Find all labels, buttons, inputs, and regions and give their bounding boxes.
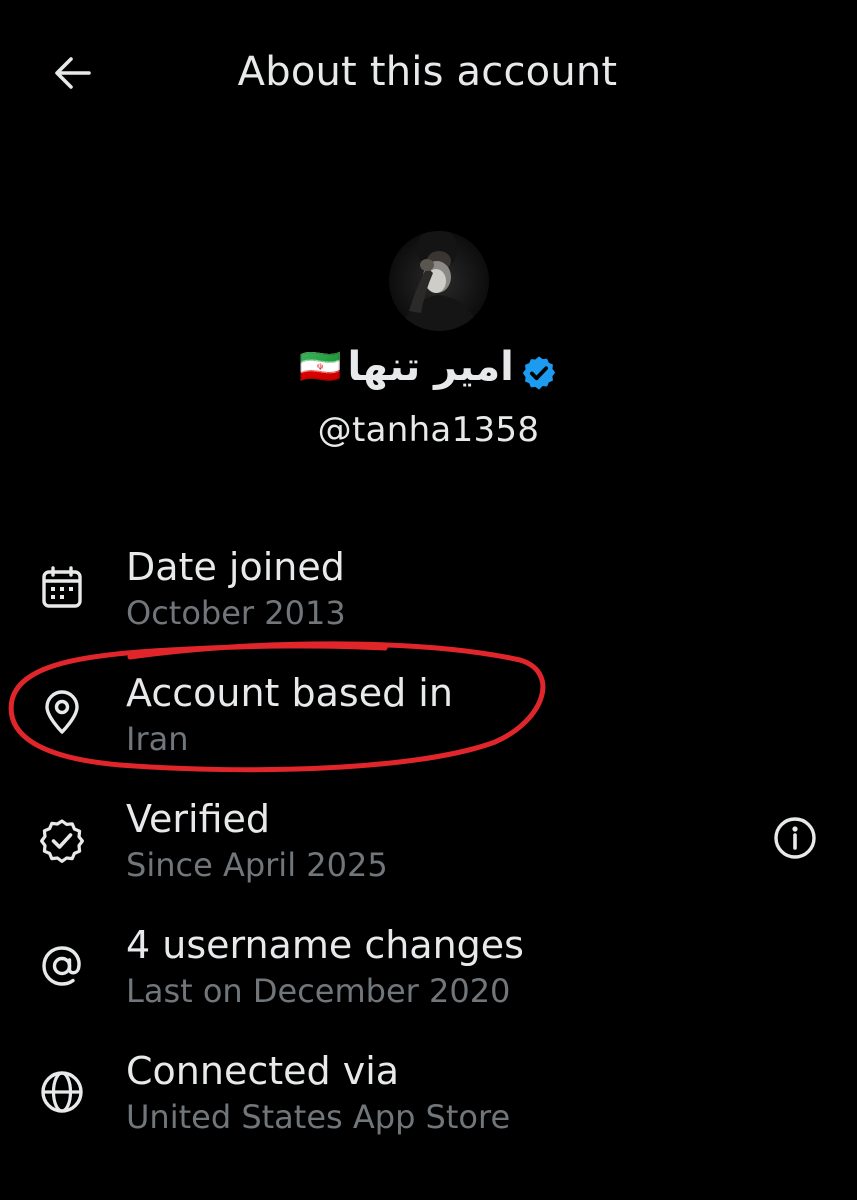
iran-flag: 🇮🇷 xyxy=(299,347,342,387)
info-title: 4 username changes xyxy=(126,923,524,967)
display-name: امیر تنها xyxy=(347,344,514,390)
globe-icon xyxy=(41,1071,83,1113)
location-pin-icon xyxy=(45,690,79,734)
info-title: Date joined xyxy=(126,545,345,589)
info-title: Account based in xyxy=(126,671,453,715)
info-title: Verified xyxy=(126,797,271,841)
info-subtitle: United States App Store xyxy=(126,1098,511,1136)
info-item-username-changes: 4 username changes Last on December 2020 xyxy=(0,918,857,1028)
name-row: 🇮🇷 امیر تنها xyxy=(0,342,857,392)
info-subtitle: Iran xyxy=(126,720,189,758)
verified-check-icon xyxy=(40,819,84,863)
at-sign-icon xyxy=(42,946,81,986)
info-item-verified: Verified Since April 2025 xyxy=(0,792,857,902)
info-item-account-based-in: Account based in Iran xyxy=(0,666,857,776)
top-bar: About this account xyxy=(0,0,857,145)
info-title: Connected via xyxy=(126,1049,400,1093)
page-title: About this account xyxy=(237,49,618,95)
info-subtitle: Since April 2025 xyxy=(126,846,388,884)
calendar-icon xyxy=(42,566,82,608)
info-item-connected-via: Connected via United States App Store xyxy=(0,1044,857,1154)
info-subtitle: October 2013 xyxy=(126,594,346,632)
username-handle: @tanha1358 xyxy=(317,410,540,450)
avatar[interactable] xyxy=(387,215,491,341)
info-subtitle: Last on December 2020 xyxy=(126,972,511,1010)
verified-badge-icon[interactable] xyxy=(520,354,558,392)
info-item-date-joined: Date joined October 2013 xyxy=(0,540,857,650)
info-icon[interactable] xyxy=(771,814,819,862)
